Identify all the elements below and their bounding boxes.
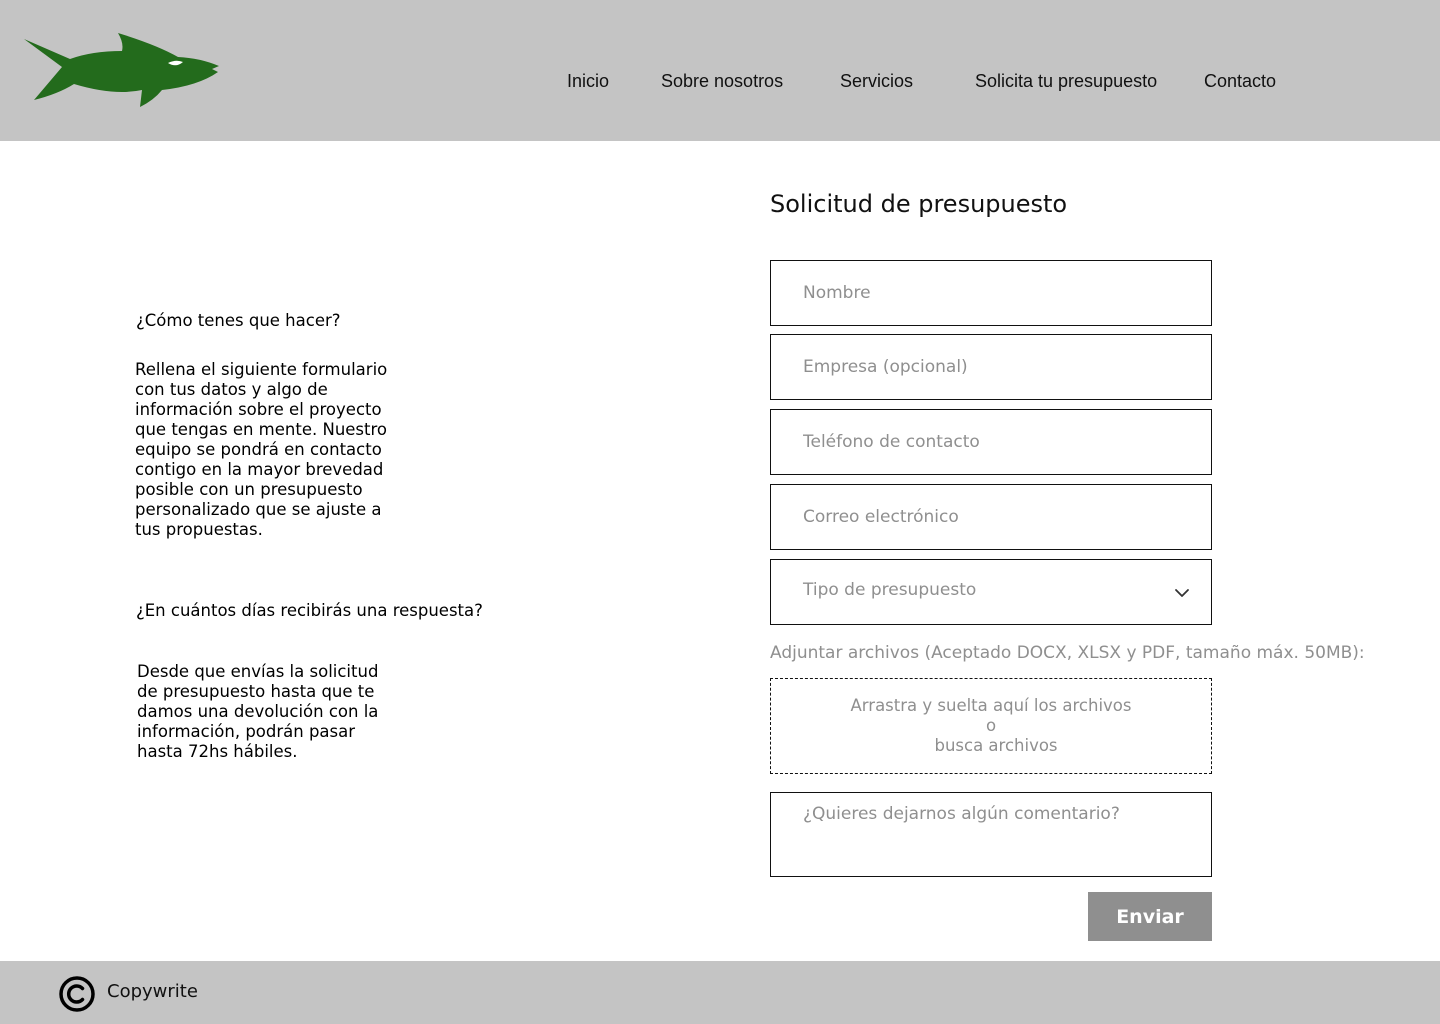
email-input[interactable]	[771, 485, 1211, 549]
response-time-heading: ¿En cuántos días recibirás una respuesta…	[136, 601, 483, 620]
nav-item-sobre-nosotros[interactable]: Sobre nosotros	[661, 71, 783, 92]
attach-label: Adjuntar archivos (Aceptado DOCX, XLSX y…	[770, 643, 1365, 663]
chevron-down-icon	[1175, 589, 1189, 597]
how-to-line: Rellena el siguiente formulario	[135, 360, 388, 379]
dropzone-or: o	[985, 716, 997, 735]
nav-item-servicios[interactable]: Servicios	[840, 71, 913, 92]
name-field	[770, 260, 1212, 326]
form-title: Solicitud de presupuesto	[770, 190, 1068, 218]
how-to-line: con tus datos y algo de	[135, 380, 328, 399]
budget-type-value: Tipo de presupuesto	[803, 580, 977, 600]
site-header: Inicio Sobre nosotros Servicios Solicita…	[0, 0, 1440, 141]
comment-textarea[interactable]	[771, 793, 1211, 876]
response-time-line: de presupuesto hasta que te	[137, 682, 375, 701]
copyright-text: Copywrite	[107, 981, 198, 1002]
response-time-line: hasta 72hs hábiles.	[137, 742, 298, 761]
budget-type-select[interactable]: Tipo de presupuesto	[770, 559, 1212, 625]
phone-input[interactable]	[771, 410, 1211, 474]
nav-item-inicio[interactable]: Inicio	[567, 71, 609, 92]
phone-field	[770, 409, 1212, 475]
how-to-line: tus propuestas.	[135, 520, 263, 539]
how-to-line: personalizado que se ajuste a	[135, 500, 382, 519]
how-to-line: contigo en la mayor brevedad	[135, 460, 384, 479]
company-input[interactable]	[771, 335, 1211, 399]
copyright-icon	[59, 976, 95, 1012]
nav-item-solicita-presupuesto[interactable]: Solicita tu presupuesto	[975, 71, 1157, 92]
how-to-heading: ¿Cómo tenes que hacer?	[136, 311, 341, 330]
response-time-text: Desde que envías la solicitud de presupu…	[137, 662, 378, 762]
email-field	[770, 484, 1212, 550]
company-field	[770, 334, 1212, 400]
how-to-line: que tengas en mente. Nuestro	[135, 420, 388, 439]
comment-field	[770, 792, 1212, 877]
file-dropzone[interactable]: Arrastra y suelta aquí los archivos o bu…	[770, 678, 1212, 774]
shark-logo-icon[interactable]	[22, 30, 222, 110]
how-to-line: equipo se pondrá en contacto	[135, 440, 382, 459]
name-input[interactable]	[771, 261, 1211, 325]
browse-files-link[interactable]: busca archivos	[771, 736, 1211, 755]
how-to-text: Rellena el siguiente formulario con tus …	[135, 360, 387, 540]
response-time-line: información, podrán pasar	[137, 722, 356, 741]
site-footer: Copywrite	[0, 961, 1440, 1024]
response-time-line: damos una devolución con la	[137, 702, 379, 721]
response-time-line: Desde que envías la solicitud	[137, 662, 379, 681]
submit-button[interactable]: Enviar	[1088, 892, 1212, 941]
nav-item-contacto[interactable]: Contacto	[1204, 71, 1276, 92]
how-to-line: información sobre el proyecto	[135, 400, 382, 419]
dropzone-hint: Arrastra y suelta aquí los archivos	[850, 696, 1132, 715]
how-to-line: posible con un presupuesto	[135, 480, 363, 499]
